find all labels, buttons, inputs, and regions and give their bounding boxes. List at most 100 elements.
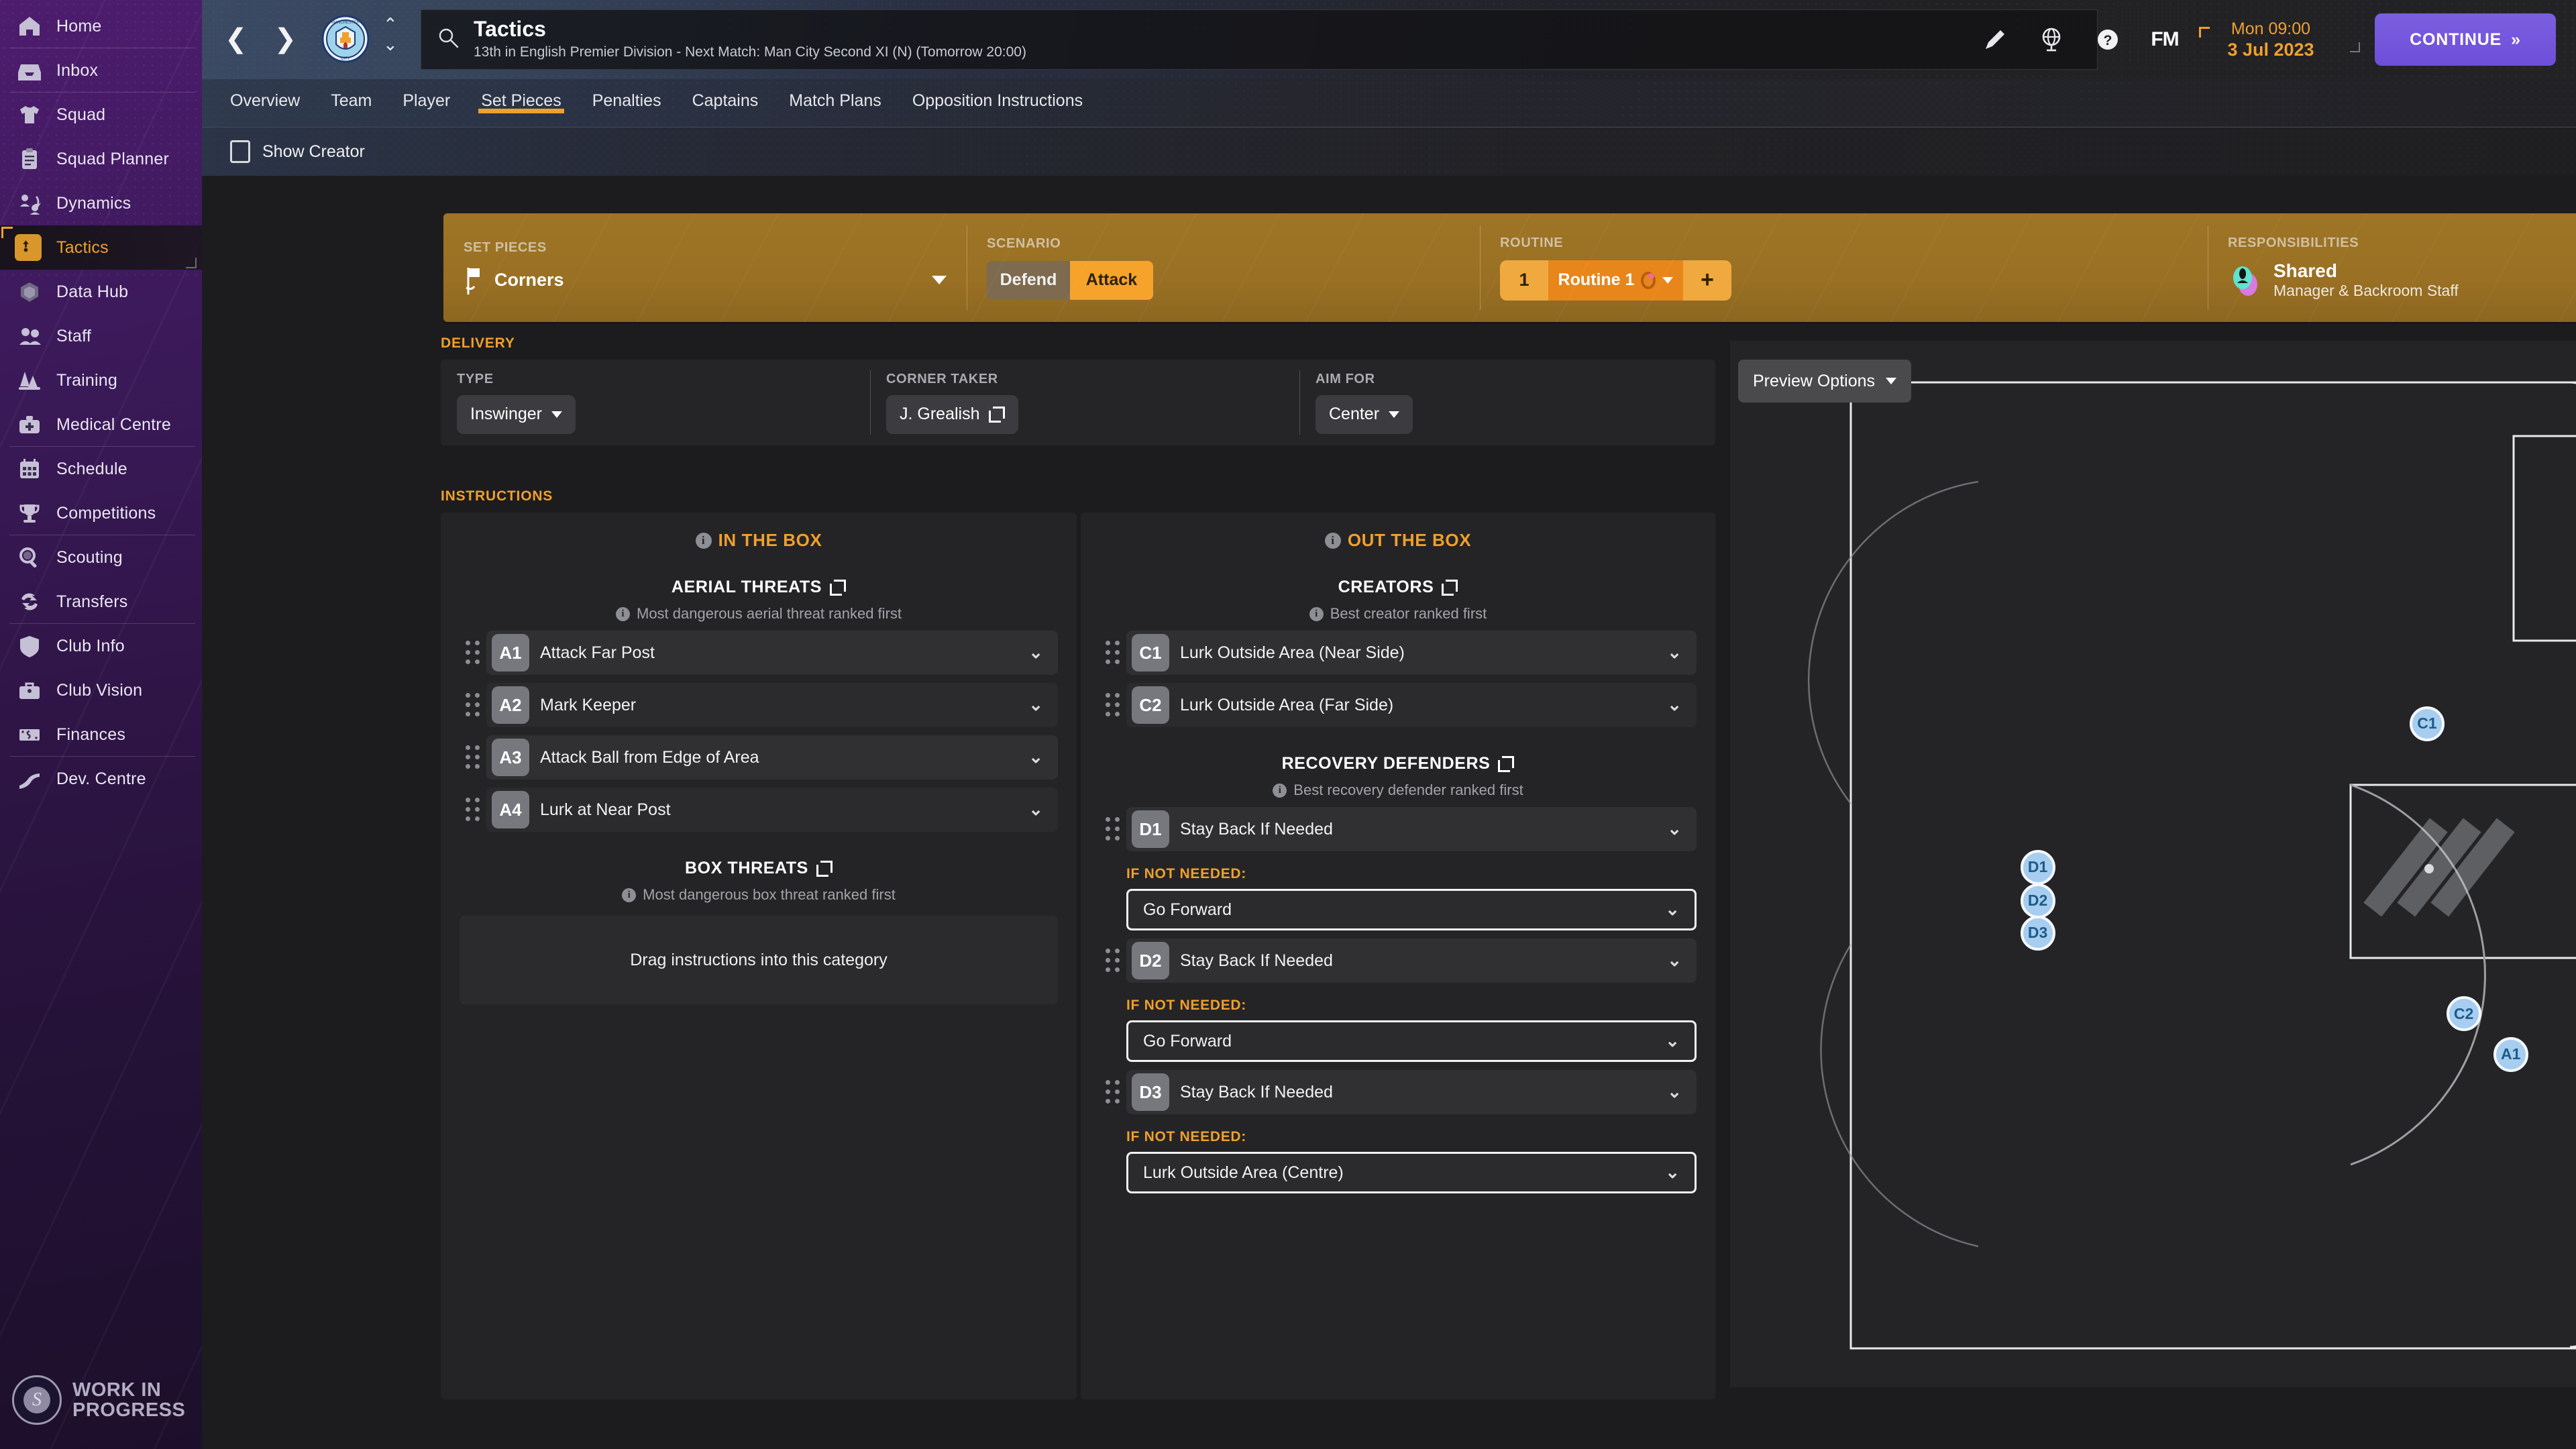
instruction-dropdown[interactable]: D3 Stay Back If Needed ⌄ xyxy=(1126,1070,1697,1114)
chevron-down-icon xyxy=(551,411,562,418)
instruction-text: Lurk Outside Area (Near Side) xyxy=(1180,643,1405,662)
expand-icon[interactable] xyxy=(830,579,847,596)
tab-set-pieces[interactable]: Set Pieces xyxy=(478,79,564,113)
sidebar-item-dynamics[interactable]: Dynamics xyxy=(0,181,202,225)
if-not-needed-dropdown[interactable]: Go Forward ⌄ xyxy=(1126,1020,1697,1062)
pitch-marker-d3[interactable]: D3 xyxy=(2020,915,2055,951)
info-icon[interactable]: i xyxy=(1273,783,1287,798)
sidebar-item-label: Squad xyxy=(56,105,106,124)
pitch-marker-c2[interactable]: C2 xyxy=(2446,996,2481,1032)
tab-penalties[interactable]: Penalties xyxy=(592,79,661,111)
continue-button[interactable]: CONTINUE » xyxy=(2375,13,2556,66)
sidebar-item-training[interactable]: Training xyxy=(0,358,202,402)
sidebar-item-schedule[interactable]: Schedule xyxy=(0,447,202,491)
sidebar-item-label: Training xyxy=(56,370,117,390)
sidebar-item-competitions[interactable]: Competitions xyxy=(0,491,202,535)
tab-overview[interactable]: Overview xyxy=(230,79,300,111)
if-not-needed-label: IF NOT NEEDED: xyxy=(1126,1129,1246,1144)
tab-team[interactable]: Team xyxy=(331,79,372,111)
instruction-dropdown[interactable]: A2 Mark Keeper ⌄ xyxy=(486,683,1058,727)
sidebar-item-label: Data Hub xyxy=(56,282,129,301)
drag-handle[interactable] xyxy=(460,639,486,666)
recovery-defenders-title-row: RECOVERY DEFENDERS xyxy=(1099,754,1697,773)
scenario-option-attack[interactable]: Attack xyxy=(1070,260,1153,300)
corner-taker-button[interactable]: J. Grealish xyxy=(886,394,1019,434)
instruction-dropdown[interactable]: A1 Attack Far Post ⌄ xyxy=(486,631,1058,675)
sidebar-item-inbox[interactable]: Inbox xyxy=(0,48,202,93)
sidebar-item-scouting[interactable]: Scouting xyxy=(0,535,202,580)
drag-handle[interactable] xyxy=(1099,1079,1126,1106)
club-down-arrow[interactable]: ⌄ xyxy=(383,36,398,53)
globe-icon[interactable] xyxy=(2023,0,2080,79)
drag-handle[interactable] xyxy=(460,744,486,771)
delivery-type-dropdown[interactable]: Inswinger xyxy=(457,394,576,434)
routine-number[interactable]: 1 xyxy=(1500,260,1548,301)
club-crest-icon[interactable]: MANCHESTER CITY xyxy=(321,15,370,63)
pitch-marker-d2[interactable]: D2 xyxy=(2020,883,2055,918)
expand-icon[interactable] xyxy=(1498,755,1515,772)
club-up-arrow[interactable]: ⌃ xyxy=(383,15,398,33)
instruction-dropdown[interactable]: D2 Stay Back If Needed ⌄ xyxy=(1126,938,1697,983)
in-the-box-title: IN THE BOX xyxy=(718,530,822,550)
work-in-progress-watermark: S WORK IN PROGRESS xyxy=(12,1375,185,1425)
drag-handle[interactable] xyxy=(460,692,486,718)
tab-match-plans[interactable]: Match Plans xyxy=(789,79,881,111)
sidebar-item-home[interactable]: Home xyxy=(0,4,202,48)
sidebar-item-staff[interactable]: Staff xyxy=(0,314,202,358)
aim-for-dropdown[interactable]: Center xyxy=(1316,394,1413,434)
info-icon[interactable]: i xyxy=(616,606,630,621)
expand-icon[interactable] xyxy=(1442,579,1458,596)
sidebar-item-transfers[interactable]: Transfers xyxy=(0,580,202,624)
pencil-icon[interactable] xyxy=(1967,0,2023,79)
instruction-code: A2 xyxy=(492,686,529,724)
back-button[interactable]: ❮ xyxy=(225,25,248,52)
sidebar-item-squad[interactable]: Squad xyxy=(0,93,202,137)
preview-options-button[interactable]: Preview Options xyxy=(1738,360,1912,402)
sidebar-item-club-vision[interactable]: Club Vision xyxy=(0,668,202,712)
drag-handle[interactable] xyxy=(1099,947,1126,974)
forward-button[interactable]: ❯ xyxy=(274,25,297,52)
responsibilities-selector[interactable]: RESPONSIBILITIES Shared Manager & Backro… xyxy=(2208,213,2576,322)
if-not-needed-label: IF NOT NEEDED: xyxy=(1126,866,1246,881)
instruction-dropdown[interactable]: A3 Attack Ball from Edge of Area ⌄ xyxy=(486,735,1058,780)
sidebar-item-medical-centre[interactable]: Medical Centre xyxy=(0,402,202,447)
sidebar-item-data-hub[interactable]: Data Hub xyxy=(0,270,202,314)
scenario-option-defend[interactable]: Defend xyxy=(987,260,1070,300)
drag-handle[interactable] xyxy=(1099,639,1126,666)
pitch-marker-a1[interactable]: A1 xyxy=(2493,1036,2528,1072)
add-routine-button[interactable]: + xyxy=(1683,260,1731,301)
show-creator-checkbox[interactable] xyxy=(230,140,250,163)
tab-captains[interactable]: Captains xyxy=(692,79,759,111)
drag-handle[interactable] xyxy=(460,796,486,823)
tab-player[interactable]: Player xyxy=(402,79,450,111)
instruction-dropdown[interactable]: D1 Stay Back If Needed ⌄ xyxy=(1126,807,1697,851)
instruction-dropdown[interactable]: C2 Lurk Outside Area (Far Side) ⌄ xyxy=(1126,683,1697,727)
search-icon[interactable] xyxy=(436,25,464,54)
pitch-marker-c1[interactable]: C1 xyxy=(2409,706,2445,741)
drag-handle[interactable] xyxy=(1099,816,1126,843)
pitch-canvas[interactable]: Preview Options TKC1A4A5A2D1D2D3C2A1 xyxy=(1730,341,2576,1387)
chevron-down-icon[interactable] xyxy=(932,276,947,284)
info-icon[interactable]: i xyxy=(1309,606,1324,621)
help-icon[interactable]: ? xyxy=(2080,0,2136,79)
instruction-dropdown[interactable]: C1 Lurk Outside Area (Near Side) ⌄ xyxy=(1126,631,1697,675)
set-pieces-selector[interactable]: SET PIECES Corners xyxy=(443,213,967,322)
box-threats-dropzone[interactable]: Drag instructions into this category xyxy=(460,916,1058,1004)
if-not-needed-dropdown[interactable]: Go Forward ⌄ xyxy=(1126,889,1697,930)
sidebar-item-dev-centre[interactable]: Dev. Centre xyxy=(0,757,202,801)
sidebar-item-finances[interactable]: Finances xyxy=(0,712,202,757)
sidebar-item-squad-planner[interactable]: Squad Planner xyxy=(0,137,202,181)
instruction-dropdown[interactable]: A4 Lurk at Near Post ⌄ xyxy=(486,788,1058,832)
drag-handle[interactable] xyxy=(1099,692,1126,718)
fm-logo[interactable]: FM xyxy=(2136,28,2194,51)
expand-icon[interactable] xyxy=(816,860,833,877)
pitch-marker-d1[interactable]: D1 xyxy=(2020,849,2055,885)
sidebar-item-club-info[interactable]: Club Info xyxy=(0,624,202,668)
routine-name-dropdown[interactable]: Routine 1 xyxy=(1548,260,1683,301)
info-icon[interactable]: i xyxy=(622,888,637,902)
info-icon[interactable]: i xyxy=(695,532,712,549)
tab-opposition-instructions[interactable]: Opposition Instructions xyxy=(912,79,1083,111)
info-icon[interactable]: i xyxy=(1324,532,1341,549)
if-not-needed-dropdown[interactable]: Lurk Outside Area (Centre) ⌄ xyxy=(1126,1152,1697,1193)
sidebar-item-tactics[interactable]: Tactics xyxy=(0,225,202,270)
